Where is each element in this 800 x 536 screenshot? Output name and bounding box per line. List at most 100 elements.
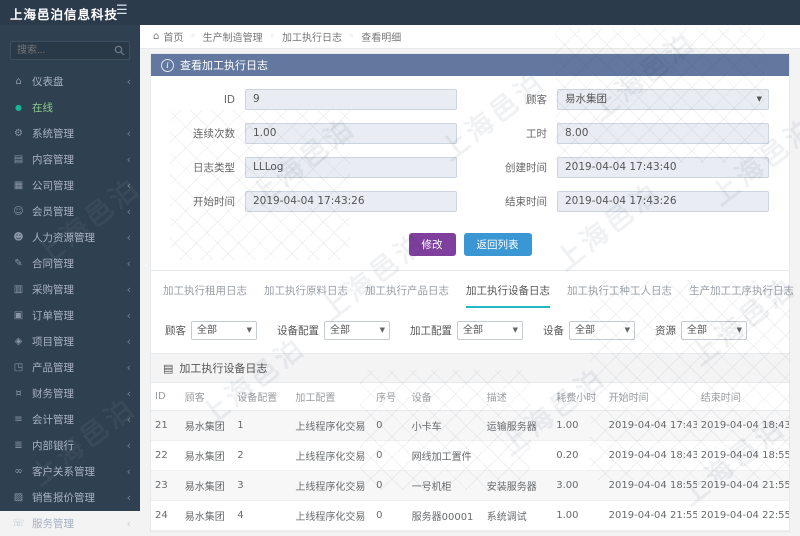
table-cell: 23 xyxy=(151,470,181,501)
detail-form: ID 9 顾客 易水集团 ▼ 连续次数 1.00 工时 8.00 日志类型 LL… xyxy=(151,76,789,218)
filter-customer-select[interactable]: 全部 ▼ xyxy=(191,321,257,340)
column-header: 耗费小时 xyxy=(552,383,605,411)
sidebar-item-6[interactable]: ☻ 人力资源管理 ‹ xyxy=(0,224,140,250)
filter-process-config-select[interactable]: 全部 ▼ xyxy=(457,321,523,340)
log-type-input[interactable]: LLLog xyxy=(245,157,457,178)
project-icon: ◈ xyxy=(14,335,23,347)
caret-down-icon: ▼ xyxy=(512,326,518,334)
column-header: 开始时间 xyxy=(604,383,697,411)
table-row[interactable]: 22 易水集团 2 上线程序化交易 0 网线加工置件 0.20 2019-04-04 18:4… xyxy=(151,440,789,471)
table-cell: 0 xyxy=(372,410,408,441)
chevron-left-icon: ‹ xyxy=(126,386,131,400)
table-cell: 1 xyxy=(233,410,292,441)
section-icon: ▤ xyxy=(163,361,174,375)
table-cell: 小卡车 xyxy=(407,410,483,441)
table-cell: 2019-04-04 17:43:26 xyxy=(604,410,697,441)
table-cell: 易水集团 xyxy=(180,410,234,441)
table-cell: 上线程序化交易 xyxy=(291,410,373,441)
table-cell: 22 xyxy=(151,440,181,471)
create-time-input[interactable]: 2019-04-04 17:43:40 xyxy=(557,157,769,178)
sidebar-item-13[interactable]: ≡ 会计管理 ‹ xyxy=(0,406,140,432)
chevron-left-icon: ‹ xyxy=(126,152,131,166)
breadcrumb-item-log[interactable]: 加工执行日志 xyxy=(282,29,342,44)
table-cell: 网线加工置件 xyxy=(407,440,483,471)
filter-equipment: 设备 全部 ▼ xyxy=(543,321,635,340)
customer-select[interactable]: 易水集团 ▼ xyxy=(557,89,769,110)
table-row[interactable]: 24 易水集团 4 上线程序化交易 0 服务器00001 系统调试 1.00 2019-04-0… xyxy=(151,500,789,531)
work-hours-input[interactable]: 8.00 xyxy=(557,123,769,144)
main-area: ⌂ 首页 ◦ 生产制造管理 ◦ 加工执行日志 ◦ 查看明细 i 查看加工执行日志… xyxy=(140,25,800,532)
sidebar-item-10[interactable]: ◈ 项目管理 ‹ xyxy=(0,328,140,354)
sidebar-item-label: 会计管理 xyxy=(32,413,74,426)
breadcrumb-home[interactable]: ⌂ 首页 xyxy=(153,29,183,44)
table-cell: 1.00 xyxy=(552,410,605,441)
breadcrumb-separator: ◦ xyxy=(190,31,196,42)
sidebar-item-9[interactable]: ▣ 订单管理 ‹ xyxy=(0,302,140,328)
sidebar-item-11[interactable]: ◳ 产品管理 ‹ xyxy=(0,354,140,380)
column-header: 加工配置 xyxy=(291,383,373,411)
sidebar-item-4[interactable]: ▦ 公司管理 ‹ xyxy=(0,172,140,198)
sidebar-item-1[interactable]: ● 在线 xyxy=(0,94,140,120)
tab-rental-log[interactable]: 加工执行租用日志 xyxy=(163,283,247,308)
sidebar-item-15[interactable]: ∞ 客户关系管理 ‹ xyxy=(0,458,140,484)
search-icon xyxy=(114,41,125,60)
content-icon: ▤ xyxy=(13,153,24,165)
filter-equipment-select[interactable]: 全部 ▼ xyxy=(569,321,635,340)
sidebar-item-0[interactable]: ⌂ 仪表盘 ‹ xyxy=(0,68,140,94)
filter-resource-select[interactable]: 全部 ▼ xyxy=(681,321,747,340)
table-row[interactable]: 23 易水集团 3 上线程序化交易 0 一号机柜 安装服务器 3.00 2019-04-04 1… xyxy=(151,470,789,501)
brand-title: 上海邑泊信息科技 xyxy=(10,7,119,22)
sidebar-item-label: 采购管理 xyxy=(32,283,74,296)
table-cell: 上线程序化交易 xyxy=(291,470,373,501)
repeat-count-input[interactable]: 1.00 xyxy=(245,123,457,144)
end-time-input[interactable]: 2019-04-04 17:43:26 xyxy=(557,191,769,212)
table-row[interactable]: 21 易水集团 1 上线程序化交易 0 小卡车 运输服务器 1.00 2019-04-04 17… xyxy=(151,410,789,441)
sidebar-item-8[interactable]: ▥ 采购管理 ‹ xyxy=(0,276,140,302)
sidebar-item-label: 公司管理 xyxy=(32,179,74,192)
sidebar-item-17[interactable]: ☏ 服务管理 ‹ xyxy=(0,510,140,536)
menu-toggle-icon[interactable]: ☰ xyxy=(116,3,128,18)
chevron-left-icon: ‹ xyxy=(126,490,131,504)
filter-equipment-config-select[interactable]: 全部 ▼ xyxy=(324,321,390,340)
sidebar-item-12[interactable]: ¤ 财务管理 ‹ xyxy=(0,380,140,406)
company-icon: ▦ xyxy=(13,179,24,191)
modify-button[interactable]: 修改 xyxy=(408,233,456,256)
field-log-type: 日志类型 LLLog xyxy=(171,157,457,178)
sidebar: ⌂ 仪表盘 ‹ ● 在线 ⚙ 系统管理 ‹ ▤ 内容管理 ‹ ▦ 公司管理 ‹ ☺ 会员管理 ‹ ☻ 人力资源管理 ‹… xyxy=(0,25,140,530)
table-header-row: ID 顾客 设备配置 加工配置 序号 设备 描述 耗费小时 开始时间 结束时间 xyxy=(151,383,789,411)
id-input[interactable]: 9 xyxy=(245,89,457,110)
sidebar-item-14[interactable]: ≣ 内部银行 ‹ xyxy=(0,432,140,458)
tab-worker-log[interactable]: 加工执行工种工人日志 xyxy=(567,283,672,308)
sidebar-item-7[interactable]: ✎ 合同管理 ‹ xyxy=(0,250,140,276)
system-icon: ⚙ xyxy=(14,127,23,139)
table-cell: 2019-04-04 21:55:26 xyxy=(696,470,789,501)
back-to-list-button[interactable]: 返回列表 xyxy=(463,233,532,256)
tab-product-log[interactable]: 加工执行产品日志 xyxy=(365,283,449,308)
breadcrumb-item-production[interactable]: 生产制造管理 xyxy=(203,29,263,44)
tab-material-log[interactable]: 加工执行原料日志 xyxy=(264,283,348,308)
sidebar-search-input[interactable] xyxy=(10,41,130,60)
chevron-left-icon: ‹ xyxy=(126,516,131,530)
tab-equipment-log[interactable]: 加工执行设备日志 xyxy=(466,283,550,308)
chevron-left-icon: ‹ xyxy=(126,438,131,452)
sidebar-item-5[interactable]: ☺ 会员管理 ‹ xyxy=(0,198,140,224)
column-header: ID xyxy=(151,383,181,411)
sidebar-item-2[interactable]: ⚙ 系统管理 ‹ xyxy=(0,120,140,146)
table-cell: 0 xyxy=(372,470,408,501)
table-cell: 2 xyxy=(233,440,292,471)
sidebar-item-16[interactable]: ▨ 销售报价管理 ‹ xyxy=(0,484,140,510)
tab-process-log[interactable]: 生产加工工序执行日志 xyxy=(689,283,794,308)
finance-icon: ¤ xyxy=(15,387,22,399)
table-cell: 3 xyxy=(233,470,292,501)
order-icon: ▣ xyxy=(13,309,24,321)
filter-resource: 资源 全部 ▼ xyxy=(655,321,747,340)
breadcrumb-item-detail: 查看明细 xyxy=(361,33,402,44)
column-header: 序号 xyxy=(372,383,408,411)
accounting-icon: ≡ xyxy=(14,413,23,425)
start-time-input[interactable]: 2019-04-04 17:43:26 xyxy=(245,191,457,212)
sidebar-nav: ⌂ 仪表盘 ‹ ● 在线 ⚙ 系统管理 ‹ ▤ 内容管理 ‹ ▦ 公司管理 ‹ ☺ 会员管理 ‹ ☻ 人力资源管理 ‹… xyxy=(0,68,140,536)
purchase-icon: ▥ xyxy=(13,283,24,295)
sidebar-item-3[interactable]: ▤ 内容管理 ‹ xyxy=(0,146,140,172)
table-cell: 上线程序化交易 xyxy=(291,500,373,531)
caret-down-icon: ▼ xyxy=(379,326,385,334)
